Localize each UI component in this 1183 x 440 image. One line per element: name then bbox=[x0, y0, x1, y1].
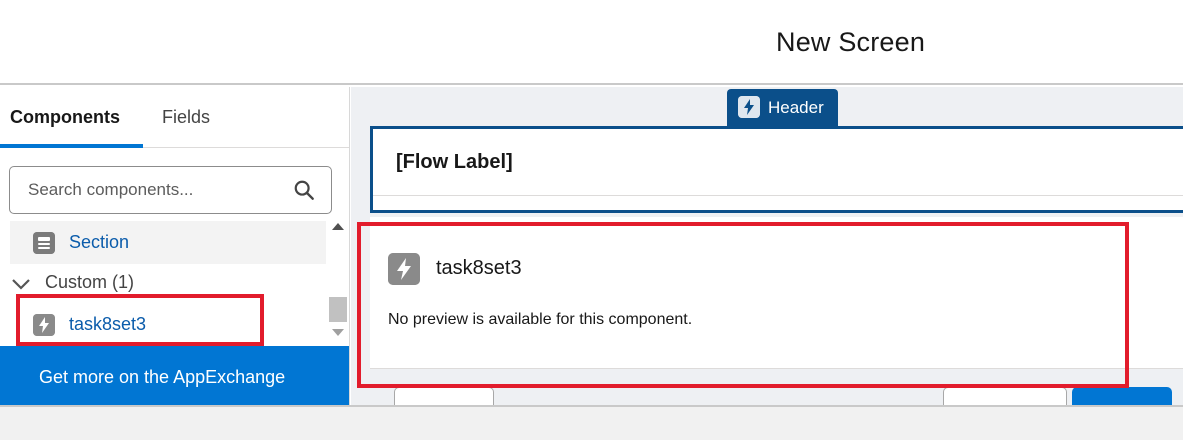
footer-button-pause[interactable] bbox=[943, 387, 1067, 405]
active-tab-indicator bbox=[0, 144, 143, 148]
list-item-section[interactable]: Section bbox=[10, 221, 326, 264]
custom-group-label: Custom (1) bbox=[45, 272, 135, 292]
screen-title: New Screen bbox=[776, 27, 926, 57]
footer-button-previous[interactable] bbox=[394, 387, 494, 405]
task-item-label: task8set3 bbox=[69, 314, 147, 334]
component-title: task8set3 bbox=[436, 257, 522, 279]
bottom-bar bbox=[0, 405, 1183, 440]
search-input[interactable]: Search components... bbox=[9, 166, 332, 214]
component-description: No preview is available for this compone… bbox=[388, 311, 693, 328]
chevron-down-icon[interactable] bbox=[10, 273, 32, 295]
list-scrollbar[interactable] bbox=[326, 221, 349, 345]
search-placeholder: Search components... bbox=[28, 180, 194, 199]
scroll-thumb[interactable] bbox=[329, 297, 347, 322]
components-panel: Components Fields Search components... S… bbox=[0, 87, 350, 405]
lightning-bolt-icon bbox=[33, 314, 55, 336]
lightning-bolt-icon bbox=[388, 253, 420, 285]
flow-label: [Flow Label] bbox=[396, 151, 513, 173]
custom-group-toggle[interactable]: Custom (1) bbox=[0, 271, 326, 297]
list-item-task8set3[interactable]: task8set3 bbox=[18, 305, 264, 345]
components-list: Section Custom (1) task8set3 bbox=[0, 221, 326, 345]
screen-header: New Screen bbox=[0, 0, 1183, 85]
search-icon[interactable] bbox=[293, 179, 315, 201]
appexchange-button[interactable]: Get more on the AppExchange bbox=[0, 346, 349, 405]
screen-canvas: Header [Flow Label] task8set3 No preview… bbox=[351, 87, 1183, 405]
divider bbox=[373, 195, 1183, 196]
tab-fields[interactable]: Fields bbox=[162, 107, 210, 128]
tab-components[interactable]: Components bbox=[10, 107, 120, 128]
header-section[interactable]: [Flow Label] bbox=[370, 126, 1183, 213]
lightning-bolt-icon bbox=[738, 96, 760, 118]
scroll-up-arrow-icon[interactable] bbox=[332, 223, 344, 230]
section-icon bbox=[33, 232, 55, 254]
component-card-task8set3[interactable]: task8set3 No preview is available for th… bbox=[370, 217, 1183, 369]
panel-tabs: Components Fields bbox=[0, 87, 349, 148]
appexchange-label: Get more on the AppExchange bbox=[39, 367, 286, 387]
section-label: Section bbox=[69, 232, 130, 252]
scroll-down-arrow-icon[interactable] bbox=[332, 329, 344, 336]
header-tab[interactable]: Header bbox=[727, 89, 838, 126]
header-tab-label: Header bbox=[768, 98, 824, 117]
footer-button-next[interactable] bbox=[1072, 387, 1172, 405]
